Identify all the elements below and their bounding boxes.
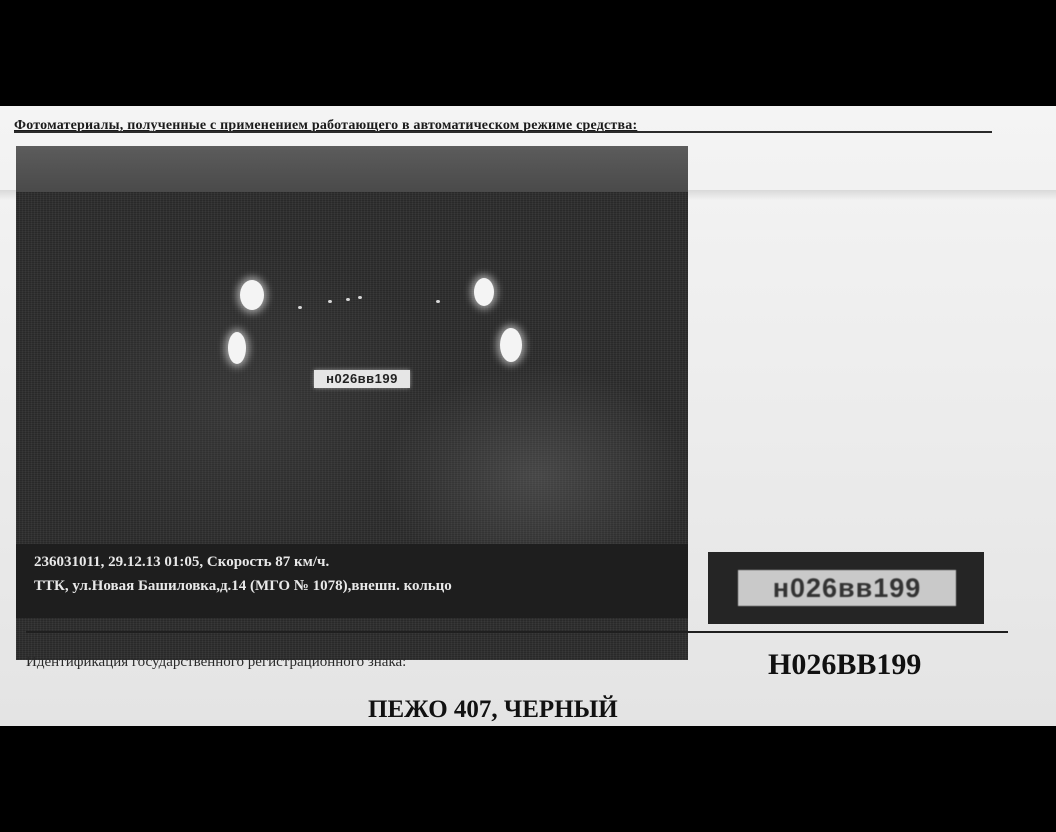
identification-label: Идентификация государственного регистрац… — [26, 654, 407, 670]
marker-light — [328, 300, 332, 303]
marker-light — [358, 296, 362, 299]
plate-closeup-text: Н026ВВ199 — [738, 570, 956, 606]
document-page: Фотоматериалы, полученные с применением … — [0, 106, 1056, 726]
camera-photo: Н026ВВ199 236031011, 29.12.13 01:05, Ско… — [16, 146, 688, 660]
headlight-lower-right — [500, 328, 522, 362]
marker-light — [346, 298, 350, 301]
identification-plate-number: Н026ВВ199 — [768, 648, 922, 681]
vehicle-description: ПЕЖО 407, ЧЕРНЫЙ — [368, 696, 618, 723]
headlight-upper-left — [240, 280, 264, 310]
marker-light — [298, 306, 302, 309]
photo-top-band — [16, 146, 688, 192]
photo-caption-line-1: 236031011, 29.12.13 01:05, Скорость 87 к… — [34, 554, 330, 570]
license-plate-in-photo: Н026ВВ199 — [314, 370, 410, 388]
marker-light — [436, 300, 440, 303]
photo-caption-strip: 236031011, 29.12.13 01:05, Скорость 87 к… — [16, 544, 688, 618]
photo-caption-line-2: ТТК, ул.Новая Башиловка,д.14 (МГО № 1078… — [34, 578, 452, 594]
plate-closeup-photo: Н026ВВ199 — [708, 552, 984, 624]
section-rule — [26, 631, 1008, 633]
header-rule — [14, 131, 992, 133]
headlight-lower-left — [228, 332, 246, 364]
headlight-upper-right — [474, 278, 494, 306]
